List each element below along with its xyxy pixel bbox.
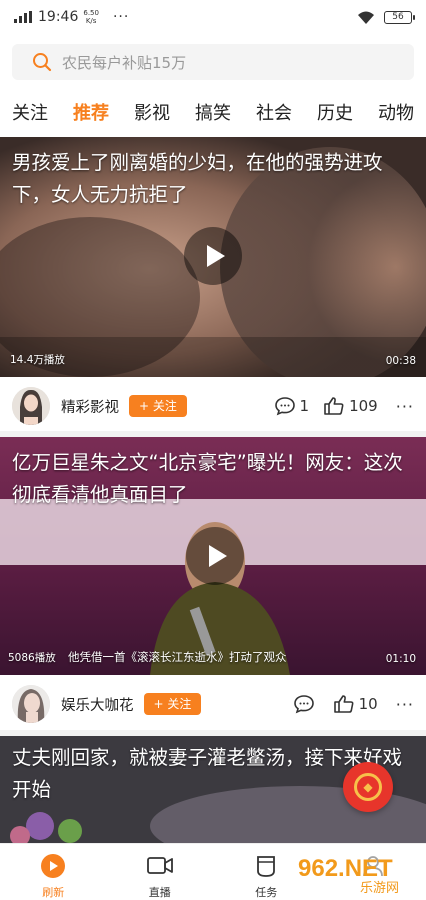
status-bar: 19:46 6.50 K/s ··· 56 (0, 0, 426, 34)
more-options-button[interactable]: ··· (396, 397, 414, 416)
refresh-icon (41, 854, 66, 878)
nav-live[interactable]: 直播 (107, 844, 214, 900)
video-card-1[interactable]: 男孩爱上了刚离婚的少妇，在他的强势进攻下，女人无力抗拒了 14.4万播放 00:… (0, 137, 426, 377)
author-name[interactable]: 精彩影视 (61, 396, 119, 417)
video-card-2[interactable]: 亿万巨星朱之文“北京豪宅”曝光！网友：这次彻底看清他真面目了 5086播放 他凭… (0, 437, 426, 675)
thumbs-up-icon (324, 397, 344, 415)
nav-task-label: 任务 (255, 886, 278, 899)
comment-button[interactable] (293, 694, 319, 714)
category-tabs: 关注 推荐 影视 搞笑 社会 历史 动物 (0, 96, 426, 132)
search-placeholder: 农民每户补贴15万 (62, 53, 187, 72)
play-button[interactable] (184, 227, 242, 285)
network-speed-unit: K/s (85, 17, 97, 25)
task-cup-icon (257, 856, 276, 877)
battery-icon: 56 (384, 10, 415, 24)
watermark-logo: 962.NET 乐游网 (290, 852, 420, 896)
like-button[interactable]: 109 (323, 396, 378, 416)
nav-live-label: 直播 (148, 886, 171, 899)
tab-history[interactable]: 历史 (317, 96, 353, 132)
video-duration: 01:10 (385, 653, 416, 665)
follow-button[interactable]: + 关注 (143, 693, 202, 715)
network-speed-value: 6.50 (83, 9, 99, 17)
status-more-dots: ··· (112, 9, 130, 25)
like-count: 109 (349, 397, 378, 415)
video-title: 男孩爱上了刚离婚的少妇，在他的强势进攻下，女人无力抗拒了 (12, 151, 383, 206)
author-row: 娱乐大咖花 + 关注 10 ··· (0, 675, 426, 733)
tab-funny[interactable]: 搞笑 (195, 96, 231, 132)
nav-refresh-label: 刷新 (42, 886, 65, 899)
more-options-button[interactable]: ··· (396, 695, 414, 714)
tab-follow[interactable]: 关注 (12, 96, 48, 132)
nav-refresh[interactable]: 刷新 (0, 844, 107, 900)
search-bar[interactable]: 农民每户补贴15万 (12, 44, 414, 80)
like-button[interactable]: 10 (333, 694, 378, 714)
comment-button[interactable]: 1 (274, 396, 310, 416)
watermark-brand: 962.NET (298, 855, 393, 882)
video-subtitle-caption: 他凭借一首《滚滚长江东逝水》打动了观众 (68, 650, 287, 664)
coin-icon: ◆ (354, 773, 382, 801)
search-icon (33, 53, 52, 72)
thumbs-up-icon (333, 695, 354, 713)
tab-recommend[interactable]: 推荐 (73, 96, 109, 132)
watermark-sub: 乐游网 (360, 881, 399, 896)
network-speed: 6.50 K/s (83, 9, 99, 25)
comment-icon (274, 397, 295, 416)
author-row: 精彩影视 + 关注 1 109 ··· (0, 377, 426, 435)
tab-animal[interactable]: 动物 (378, 96, 414, 132)
play-count: 5086播放 (8, 652, 56, 664)
follow-button[interactable]: + 关注 (129, 395, 187, 417)
author-name[interactable]: 娱乐大咖花 (61, 694, 134, 715)
video-title: 亿万巨星朱之文“北京豪宅”曝光！网友：这次彻底看清他真面目了 (12, 451, 403, 506)
tab-society[interactable]: 社会 (256, 96, 292, 132)
signal-icon (14, 11, 32, 23)
comment-count: 1 (299, 397, 310, 415)
like-count: 10 (358, 695, 378, 713)
live-camera-icon (146, 857, 173, 874)
avatar[interactable] (12, 387, 50, 425)
play-button[interactable] (186, 527, 244, 585)
tab-film[interactable]: 影视 (134, 96, 170, 132)
wifi-icon (358, 11, 374, 24)
avatar[interactable] (12, 685, 50, 723)
comment-icon (293, 695, 314, 714)
status-time: 19:46 (38, 9, 79, 25)
play-count: 14.4万播放 (10, 354, 65, 366)
reward-coin-button[interactable]: ◆ (343, 762, 393, 812)
video-duration: 00:38 (385, 355, 416, 367)
